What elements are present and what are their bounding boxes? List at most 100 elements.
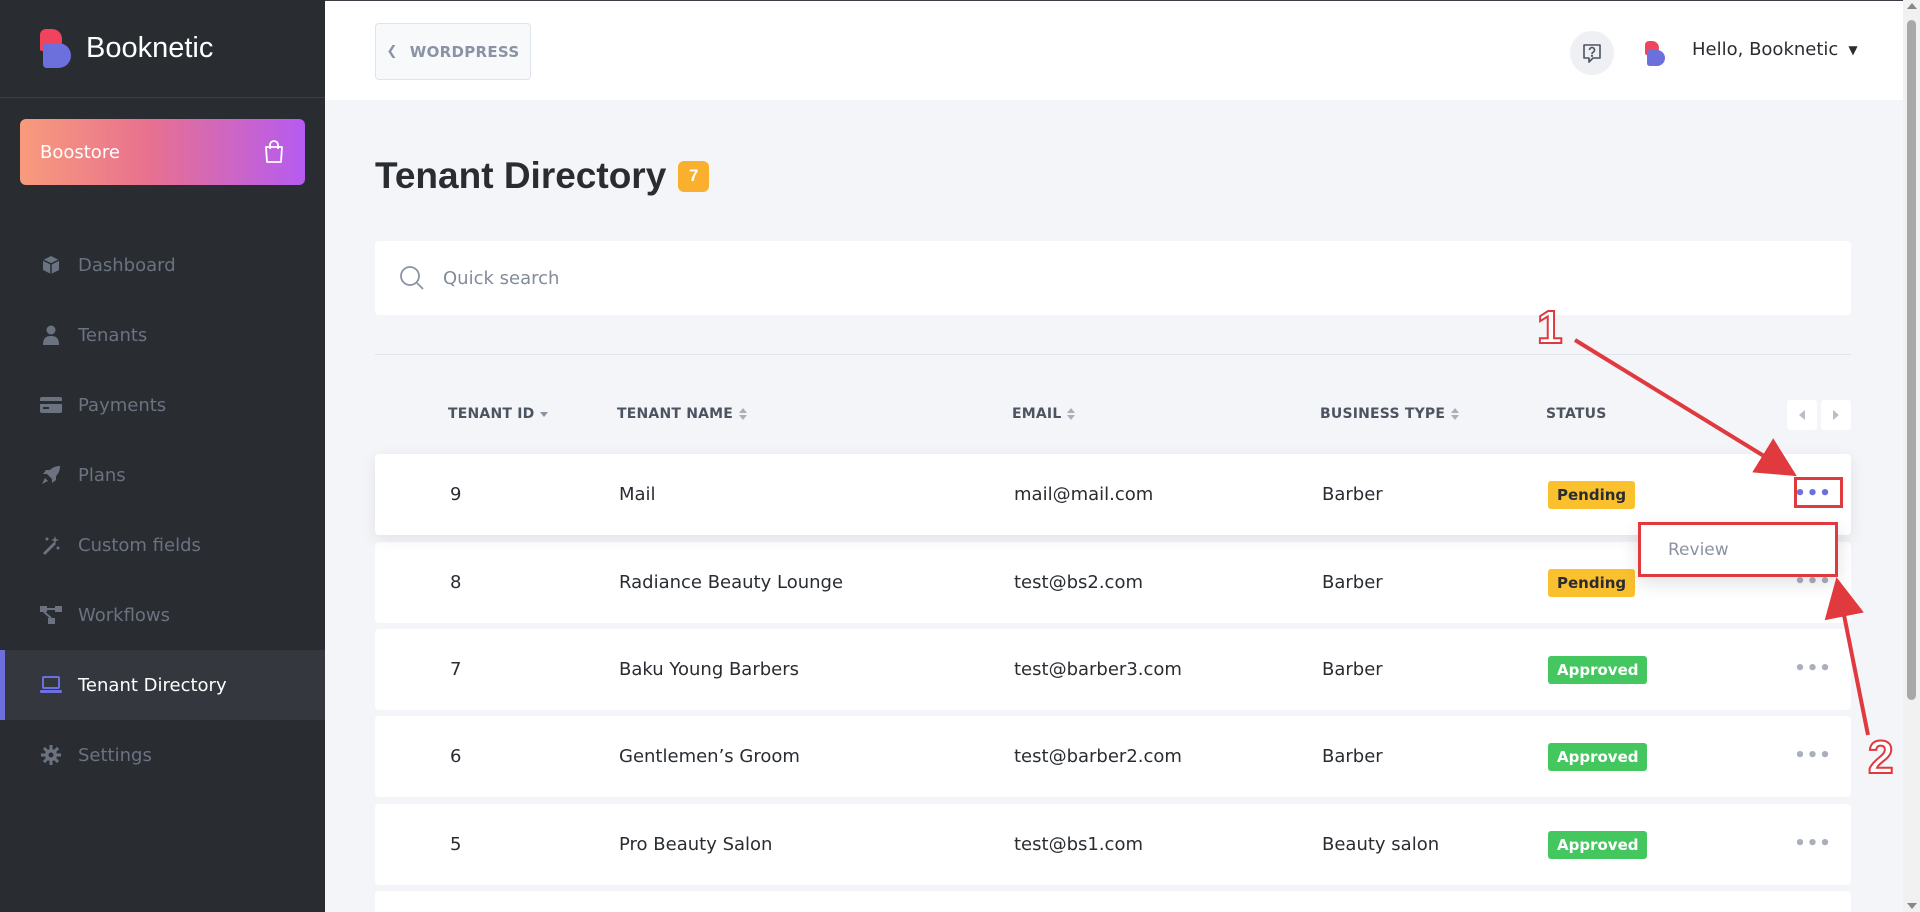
boostore-label: Boostore xyxy=(40,141,120,163)
status-badge: Pending xyxy=(1548,568,1636,597)
scroll-down-arrow-icon[interactable] xyxy=(1907,903,1917,909)
sidebar-item-dashboard[interactable]: Dashboard xyxy=(0,230,325,300)
page-scrollbar[interactable] xyxy=(1903,0,1920,912)
status-badge: Pending xyxy=(1548,480,1636,509)
sidebar-item-label: Dashboard xyxy=(78,254,176,276)
booknetic-logo-icon xyxy=(40,28,72,69)
business-type-cell: Barber xyxy=(1322,746,1383,767)
sidebar-item-label: Settings xyxy=(78,744,152,766)
sidebar-menu: Dashboard Tenants Payments Plans Custom … xyxy=(0,230,325,790)
search-input[interactable] xyxy=(443,267,1823,289)
help-icon xyxy=(1583,44,1601,63)
tenant-id-cell: 9 xyxy=(450,484,462,505)
email-cell: mail@mail.com xyxy=(1014,484,1154,505)
credit-card-icon xyxy=(40,394,62,416)
column-header-tenant-id[interactable]: TENANT ID xyxy=(448,406,549,422)
tenant-name-cell: Pro Beauty Salon xyxy=(619,834,773,855)
status-badge: Approved xyxy=(1548,655,1648,684)
status-cell: Approved xyxy=(1548,629,1648,710)
boostore-button[interactable]: Boostore xyxy=(20,119,305,185)
row-actions-button[interactable]: ••• xyxy=(1794,738,1831,774)
scroll-right-button[interactable] xyxy=(1821,400,1851,430)
sidebar-item-label: Tenants xyxy=(78,324,148,346)
table-row[interactable]: 5 Pro Beauty Salon test@bs1.com Beauty s… xyxy=(375,804,1851,885)
tenant-id-cell: 5 xyxy=(450,834,462,855)
tenant-count-badge: 7 xyxy=(678,160,710,192)
email-cell: test@barber3.com xyxy=(1014,659,1182,680)
status-cell: Approved xyxy=(1548,716,1648,797)
back-to-wordpress-button[interactable]: ❮ WORDPRESS xyxy=(375,23,531,80)
workflow-icon xyxy=(40,604,62,626)
table-row[interactable]: 6 Gentlemen’s Groom test@barber2.com Bar… xyxy=(375,716,1851,797)
table-row[interactable]: 8 Radiance Beauty Lounge test@bs2.com Ba… xyxy=(375,542,1851,623)
table-header: TENANT ID TENANT NAME EMAIL BUSINESS TYP… xyxy=(375,400,1851,430)
user-menu[interactable]: Hello, Booknetic ▼ xyxy=(1692,39,1858,60)
sidebar-item-settings[interactable]: Settings xyxy=(0,720,325,790)
email-cell: test@barber2.com xyxy=(1014,746,1182,767)
caret-right-icon xyxy=(1833,410,1839,420)
caret-left-icon xyxy=(1799,410,1805,420)
back-label: WORDPRESS xyxy=(409,42,520,61)
help-button[interactable] xyxy=(1570,31,1614,75)
scroll-left-button[interactable] xyxy=(1787,400,1817,430)
column-header-email[interactable]: EMAIL xyxy=(1012,406,1076,422)
tenant-id-cell: 7 xyxy=(450,659,462,680)
business-type-cell: Barber xyxy=(1322,484,1383,505)
status-badge: Approved xyxy=(1548,742,1648,771)
sidebar-item-tenants[interactable]: Tenants xyxy=(0,300,325,370)
row-actions-button[interactable]: ••• xyxy=(1794,826,1832,862)
tenant-name-cell: Gentlemen’s Groom xyxy=(619,746,800,767)
sidebar-item-tenant-directory[interactable]: Tenant Directory xyxy=(0,650,325,720)
column-header-label: STATUS xyxy=(1546,406,1607,422)
table-row[interactable] xyxy=(375,891,1851,912)
user-avatar[interactable] xyxy=(1645,41,1667,66)
brand[interactable]: Booknetic xyxy=(0,0,325,98)
sidebar-item-label: Plans xyxy=(78,464,126,486)
more-dots-icon: ••• xyxy=(1794,833,1832,854)
status-badge: Approved xyxy=(1548,830,1648,859)
divider xyxy=(375,354,1851,355)
sidebar-item-custom-fields[interactable]: Custom fields xyxy=(0,510,325,580)
page-title-text: Tenant Directory xyxy=(375,155,667,196)
column-header-label: BUSINESS TYPE xyxy=(1320,406,1446,422)
table-row[interactable]: 7 Baku Young Barbers test@barber3.com Ba… xyxy=(375,629,1851,710)
email-cell: test@bs1.com xyxy=(1014,834,1143,855)
table-row[interactable]: 9 Mail mail@mail.com Barber Pending ••• xyxy=(375,454,1851,535)
search-icon xyxy=(400,266,424,290)
column-nav-arrows xyxy=(1787,400,1851,430)
tenant-id-cell: 8 xyxy=(450,572,462,593)
business-type-cell: Barber xyxy=(1322,659,1383,680)
sidebar-item-workflows[interactable]: Workflows xyxy=(0,580,325,650)
tenant-name-cell: Radiance Beauty Lounge xyxy=(619,572,844,593)
annotation-highlight-actions xyxy=(1794,477,1843,508)
tenant-id-cell: 6 xyxy=(450,746,462,767)
sidebar-item-plans[interactable]: Plans xyxy=(0,440,325,510)
tenant-name-cell: Baku Young Barbers xyxy=(619,659,800,680)
sort-icon xyxy=(1067,408,1076,420)
sidebar-item-label: Custom fields xyxy=(78,534,201,556)
scroll-up-arrow-icon[interactable] xyxy=(1907,3,1917,9)
shopping-bag-icon xyxy=(265,140,283,163)
status-cell: Approved xyxy=(1548,804,1648,885)
business-type-cell: Barber xyxy=(1322,572,1383,593)
sort-icon xyxy=(739,408,748,420)
status-cell: Pending xyxy=(1548,542,1636,623)
annotation-highlight-review xyxy=(1638,522,1838,577)
sidebar-item-label: Payments xyxy=(78,394,167,416)
status-cell: Pending xyxy=(1548,454,1636,535)
column-header-business-type[interactable]: BUSINESS TYPE xyxy=(1320,406,1460,422)
sidebar-item-payments[interactable]: Payments xyxy=(0,370,325,440)
column-header-tenant-name[interactable]: TENANT NAME xyxy=(617,406,748,422)
sidebar-item-label: Tenant Directory xyxy=(78,674,227,696)
scroll-thumb[interactable] xyxy=(1907,20,1916,700)
tenant-name-cell: Mail xyxy=(619,484,656,505)
column-header-label: TENANT NAME xyxy=(617,406,734,422)
sidebar-item-label: Workflows xyxy=(78,604,171,626)
page-title: Tenant Directory 7 xyxy=(375,155,710,197)
row-actions-button[interactable]: ••• xyxy=(1794,651,1831,687)
user-tie-icon xyxy=(40,324,62,346)
business-type-cell: Beauty salon xyxy=(1322,834,1440,855)
topbar: ❮ WORDPRESS Hello, Booknetic ▼ xyxy=(325,0,1920,100)
gear-icon xyxy=(40,744,62,766)
column-header-label: EMAIL xyxy=(1012,406,1062,422)
